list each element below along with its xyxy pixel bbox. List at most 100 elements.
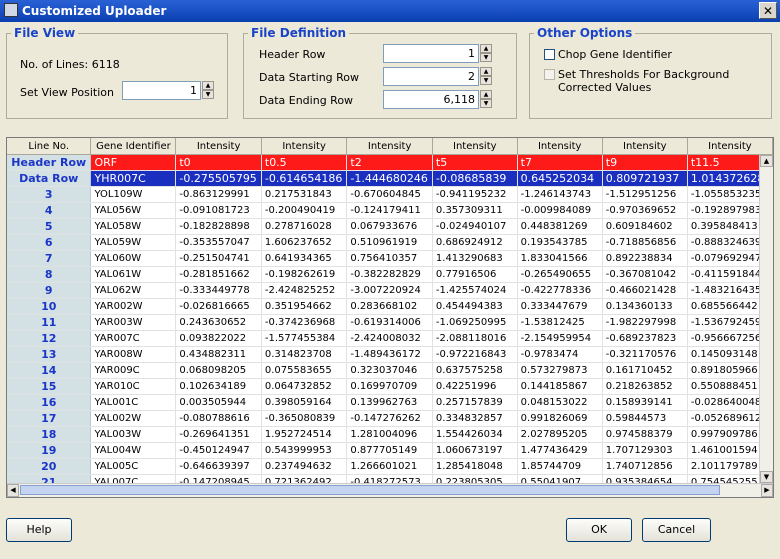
intensity-cell[interactable]: -0.972216843 xyxy=(432,346,518,363)
intensity-cell[interactable]: -0.269641351 xyxy=(175,426,262,443)
intensity-cell[interactable]: 0.314823708 xyxy=(261,346,348,363)
intensity-cell[interactable]: 0.323037046 xyxy=(346,362,433,379)
table-row[interactable]: 15 YAR010C 0.102634189 0.064732852 0.1699707… xyxy=(7,378,773,395)
intensity-cell[interactable]: 0.334832857 xyxy=(432,410,518,427)
intensity-cell[interactable]: t9 xyxy=(602,154,688,171)
intensity-cell[interactable]: -0.009984089 xyxy=(517,202,603,219)
column-header[interactable]: Intensity xyxy=(687,138,773,155)
column-header[interactable]: Intensity xyxy=(602,138,688,155)
intensity-cell[interactable]: -0.422778336 xyxy=(517,282,603,299)
intensity-cell[interactable]: 1.606237652 xyxy=(261,234,348,251)
intensity-cell[interactable]: t5 xyxy=(432,154,518,171)
intensity-cell[interactable]: 1.413290683 xyxy=(432,250,518,267)
intensity-cell[interactable]: -0.281851662 xyxy=(175,266,262,283)
ok-button[interactable]: OK xyxy=(566,518,632,542)
intensity-cell[interactable]: -0.382282829 xyxy=(346,266,433,283)
horizontal-scroll-thumb[interactable] xyxy=(20,485,720,495)
close-button[interactable]: ✕ xyxy=(759,2,777,19)
gene-identifier-cell[interactable]: YAL056W xyxy=(90,202,177,219)
table-row[interactable]: 3 YOL109W -0.863129991 0.217531843 -0.670604… xyxy=(7,186,773,203)
spin-up-icon[interactable]: ▲ xyxy=(480,67,492,76)
table-row[interactable]: 14 YAR009C 0.068098205 0.075583655 0.3230370… xyxy=(7,362,773,379)
intensity-cell[interactable]: -2.424825252 xyxy=(261,282,348,299)
table-row[interactable]: 12 YAR007C 0.093822022 -1.577455384 -2.42400… xyxy=(7,330,773,347)
gene-identifier-cell[interactable]: ORF xyxy=(90,154,177,171)
gene-identifier-cell[interactable]: YAR010C xyxy=(90,378,177,395)
help-button[interactable]: Help xyxy=(6,518,72,542)
intensity-cell[interactable]: -3.007220924 xyxy=(346,282,433,299)
intensity-cell[interactable]: 0.637575258 xyxy=(432,362,518,379)
intensity-cell[interactable]: 0.454494383 xyxy=(432,298,518,315)
intensity-cell[interactable]: 0.357309311 xyxy=(432,202,518,219)
scroll-down-icon[interactable]: ▼ xyxy=(760,471,773,483)
intensity-cell[interactable]: -1.489436172 xyxy=(346,346,433,363)
intensity-cell[interactable]: 0.169970709 xyxy=(346,378,433,395)
intensity-cell[interactable]: -0.275505795 xyxy=(175,170,262,187)
intensity-cell[interactable]: -0.124179411 xyxy=(346,202,433,219)
intensity-cell[interactable]: 0.003505944 xyxy=(175,394,262,411)
column-header[interactable]: Intensity xyxy=(346,138,433,155)
intensity-cell[interactable]: -0.941195232 xyxy=(432,186,518,203)
intensity-cell[interactable]: 0.573279873 xyxy=(517,362,603,379)
intensity-cell[interactable]: 0.218263852 xyxy=(602,378,688,395)
spin-down-icon[interactable]: ▼ xyxy=(480,76,492,85)
vertical-scrollbar[interactable]: ▲ ▼ xyxy=(759,155,773,483)
intensity-cell[interactable]: -0.198262619 xyxy=(261,266,348,283)
intensity-cell[interactable]: 1.740712856 xyxy=(602,458,688,475)
intensity-cell[interactable]: -1.425574024 xyxy=(432,282,518,299)
intensity-cell[interactable]: -0.200490419 xyxy=(261,202,348,219)
intensity-cell[interactable]: 0.278716028 xyxy=(261,218,348,235)
intensity-cell[interactable]: -0.670604845 xyxy=(346,186,433,203)
intensity-cell[interactable]: -0.9783474 xyxy=(517,346,603,363)
intensity-cell[interactable]: 0.991826069 xyxy=(517,410,603,427)
intensity-cell[interactable]: t2 xyxy=(346,154,433,171)
intensity-cell[interactable]: 0.217531843 xyxy=(261,186,348,203)
intensity-cell[interactable]: -0.689237823 xyxy=(602,330,688,347)
intensity-cell[interactable]: 1.281004096 xyxy=(346,426,433,443)
intensity-cell[interactable]: -0.182828898 xyxy=(175,218,262,235)
intensity-cell[interactable]: -0.251504741 xyxy=(175,250,262,267)
intensity-cell[interactable]: 0.974588379 xyxy=(602,426,688,443)
intensity-cell[interactable]: -0.091081723 xyxy=(175,202,262,219)
intensity-cell[interactable]: 1.477436429 xyxy=(517,442,603,459)
intensity-cell[interactable]: 0.77916506 xyxy=(432,266,518,283)
column-header[interactable]: Intensity xyxy=(517,138,603,155)
intensity-cell[interactable]: 0.510961919 xyxy=(346,234,433,251)
column-header[interactable]: Intensity xyxy=(261,138,348,155)
gene-identifier-cell[interactable]: YAL005C xyxy=(90,458,177,475)
intensity-cell[interactable]: -0.265490655 xyxy=(517,266,603,283)
intensity-cell[interactable]: 0.064732852 xyxy=(261,378,348,395)
intensity-cell[interactable]: -0.333449778 xyxy=(175,282,262,299)
table-row[interactable]: 18 YAL003W -0.269641351 1.952724514 1.281004… xyxy=(7,426,773,443)
intensity-cell[interactable]: 1.060673197 xyxy=(432,442,518,459)
intensity-cell[interactable]: -0.466021428 xyxy=(602,282,688,299)
intensity-cell[interactable]: 0.161710452 xyxy=(602,362,688,379)
intensity-cell[interactable]: -1.069250995 xyxy=(432,314,518,331)
spin-down-icon[interactable]: ▼ xyxy=(480,53,492,62)
spin-down-icon[interactable]: ▼ xyxy=(480,99,492,108)
header-row[interactable]: Header Row ORF t0 t0.5 t2 t5 t7 t9 t11.5 xyxy=(7,154,773,171)
intensity-cell[interactable]: 0.59844573 xyxy=(602,410,688,427)
intensity-cell[interactable]: 1.285418048 xyxy=(432,458,518,475)
intensity-cell[interactable]: -2.088118016 xyxy=(432,330,518,347)
table-row[interactable]: 9 YAL062W -0.333449778 -2.424825252 -3.00722… xyxy=(7,282,773,299)
set-view-position-spinner[interactable]: 1 ▲ ▼ xyxy=(122,81,214,100)
horizontal-scrollbar[interactable]: ◀ ▶ xyxy=(7,483,773,497)
header-row-input[interactable]: 1 xyxy=(383,44,479,63)
intensity-cell[interactable]: -0.147276262 xyxy=(346,410,433,427)
table-row[interactable]: 5 YAL058W -0.182828898 0.278716028 0.0679336… xyxy=(7,218,773,235)
table-row[interactable]: 6 YAL059W -0.353557047 1.606237652 0.5109619… xyxy=(7,234,773,251)
intensity-cell[interactable]: 0.067933676 xyxy=(346,218,433,235)
intensity-cell[interactable]: -1.512951256 xyxy=(602,186,688,203)
intensity-cell[interactable]: 0.398059164 xyxy=(261,394,348,411)
intensity-cell[interactable]: 0.609184602 xyxy=(602,218,688,235)
intensity-cell[interactable]: 0.686924912 xyxy=(432,234,518,251)
intensity-cell[interactable]: 0.193543785 xyxy=(517,234,603,251)
intensity-cell[interactable]: 1.554426034 xyxy=(432,426,518,443)
spin-up-icon[interactable]: ▲ xyxy=(480,90,492,99)
spin-up-icon[interactable]: ▲ xyxy=(202,81,214,90)
gene-identifier-cell[interactable]: YHR007C xyxy=(90,170,177,187)
intensity-cell[interactable]: -1.577455384 xyxy=(261,330,348,347)
gene-identifier-cell[interactable]: YAR007C xyxy=(90,330,177,347)
chop-gene-checkbox[interactable] xyxy=(544,49,555,60)
